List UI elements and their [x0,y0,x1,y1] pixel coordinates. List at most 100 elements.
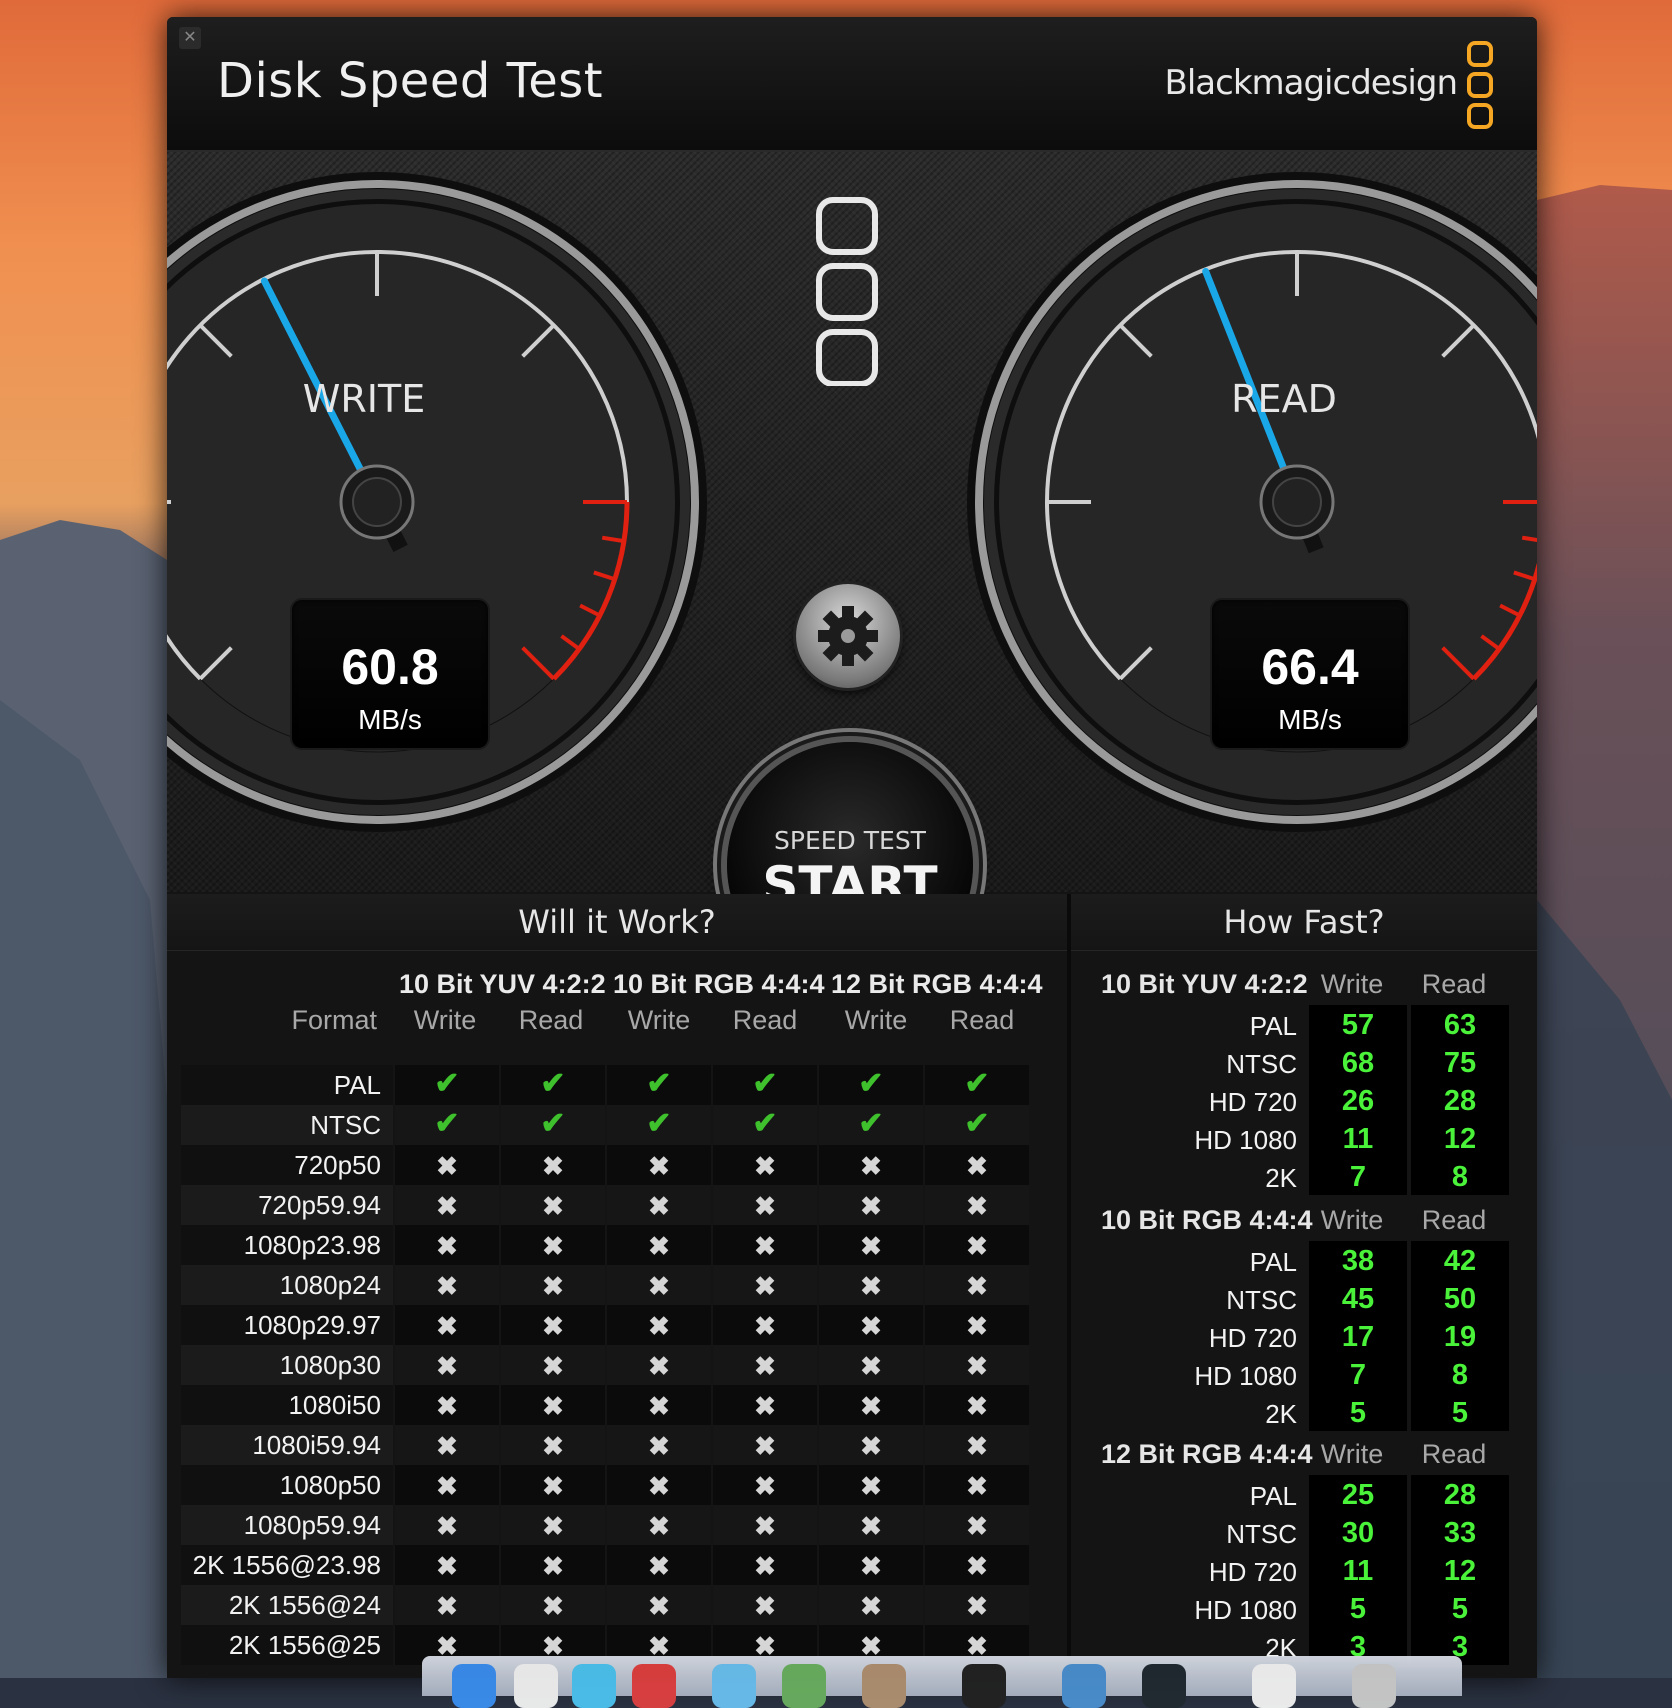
cross-icon: ✖ [607,1585,711,1625]
format-label: NTSC [1226,1519,1297,1549]
table-row: 2K 1556@23.98 ✖ ✖ ✖ ✖ ✖ ✖ [181,1545,1037,1585]
check-icon: ✔ [713,1105,817,1145]
will-it-work-title: Will it Work? [167,894,1067,951]
table-row: 1080p29.97 ✖ ✖ ✖ ✖ ✖ ✖ [181,1305,1037,1345]
format-label: HD 720 [1208,1323,1297,1353]
check-icon: ✔ [501,1065,605,1105]
write-speed-fps: 11 [1342,1555,1374,1587]
cross-icon: ✖ [819,1585,923,1625]
column-header: Read [518,1005,584,1035]
cross-icon: ✖ [395,1545,499,1585]
format-label: 1080i59.94 [252,1430,381,1460]
format-cell: 1080p59.94 [181,1505,393,1545]
cross-icon: ✖ [501,1425,605,1465]
format-cell: 1080i59.94 [181,1425,393,1465]
cross-icon: ✖ [395,1345,499,1385]
brand-logo-icon [1467,41,1493,129]
dock-app-icon[interactable] [632,1664,676,1708]
cross-icon: ✖ [819,1185,923,1225]
format-cell: 720p59.94 [181,1185,393,1225]
format-cell: 1080p29.97 [181,1305,393,1345]
dock-app-icon[interactable] [1352,1664,1396,1708]
check-icon: ✔ [607,1065,711,1105]
format-label: 1080p50 [279,1470,381,1500]
table-row: 1080p23.98 ✖ ✖ ✖ ✖ ✖ ✖ [181,1225,1037,1265]
column-header: Read [949,1005,1015,1035]
cross-icon: ✖ [395,1185,499,1225]
format-label: NTSC [310,1110,381,1140]
cross-icon: ✖ [395,1385,499,1425]
dock-app-icon[interactable] [962,1664,1006,1708]
cross-icon: ✖ [501,1345,605,1385]
format-cell: 1080p50 [181,1465,393,1505]
close-icon[interactable]: ✕ [179,27,201,49]
cross-icon: ✖ [819,1145,923,1185]
app-window: ✕ Disk Speed Test Blackmagicdesign WRITE… [167,17,1537,1678]
read-speed-fps: 75 [1443,1047,1477,1079]
center-logo-icon [816,197,878,386]
table-row: 1080i50 ✖ ✖ ✖ ✖ ✖ ✖ [181,1385,1037,1425]
write-speed-fps: 25 [1341,1479,1375,1511]
cross-icon: ✖ [501,1225,605,1265]
format-label: PAL [1249,1481,1297,1511]
write-speed-fps: 11 [1342,1123,1374,1155]
format-label: HD 1080 [1194,1125,1297,1155]
dock-app-icon[interactable] [712,1664,756,1708]
dock-app-icon[interactable] [452,1664,496,1708]
read-speed-fps: 12 [1443,1123,1477,1155]
cross-icon: ✖ [819,1425,923,1465]
cross-icon: ✖ [713,1305,817,1345]
dock-app-icon[interactable] [1252,1664,1296,1708]
format-cell: NTSC [181,1105,393,1145]
group-header-rgb10: 10 Bit RGB 4:4:4 [613,969,825,999]
cross-icon: ✖ [819,1545,923,1585]
read-speed-fps: 19 [1443,1321,1477,1353]
dock [422,1656,1462,1708]
dock-app-icon[interactable] [1142,1664,1186,1708]
dock-app-icon[interactable] [1062,1664,1106,1708]
cross-icon: ✖ [819,1505,923,1545]
start-button-sublabel: SPEED TEST [774,826,926,855]
cross-icon: ✖ [395,1305,499,1345]
cross-icon: ✖ [501,1545,605,1585]
cross-icon: ✖ [395,1465,499,1505]
cross-icon: ✖ [925,1505,1029,1545]
dock-app-icon[interactable] [782,1664,826,1708]
cross-icon: ✖ [819,1265,923,1305]
read-speed-fps: 33 [1443,1517,1477,1549]
write-speed-unit: MB/s [358,704,422,735]
read-speed-fps: 8 [1451,1359,1469,1391]
read-speed-fps: 12 [1443,1555,1477,1587]
column-header: Write [627,1005,691,1035]
table-row: 720p59.94 ✖ ✖ ✖ ✖ ✖ ✖ [181,1185,1037,1225]
cross-icon: ✖ [925,1425,1029,1465]
check-icon: ✔ [819,1105,923,1145]
format-cell: 720p50 [181,1145,393,1185]
check-icon: ✔ [819,1065,923,1105]
check-icon: ✔ [501,1105,605,1145]
write-speed-fps: 45 [1341,1283,1375,1315]
cross-icon: ✖ [607,1265,711,1305]
format-label: PAL [1249,1247,1297,1277]
cross-icon: ✖ [925,1385,1029,1425]
cross-icon: ✖ [501,1185,605,1225]
cross-icon: ✖ [925,1185,1029,1225]
dock-app-icon[interactable] [514,1664,558,1708]
format-label: 1080p23.98 [243,1230,381,1260]
read-speed-unit: MB/s [1278,704,1342,735]
read-readout: 66.4 MB/s [1212,600,1408,748]
cross-icon: ✖ [713,1465,817,1505]
cross-icon: ✖ [607,1225,711,1265]
cross-icon: ✖ [607,1425,711,1465]
dock-app-icon[interactable] [572,1664,616,1708]
format-column-header: Format [291,1005,377,1035]
dock-app-icon[interactable] [862,1664,906,1708]
table-row: 1080p24 ✖ ✖ ✖ ✖ ✖ ✖ [181,1265,1037,1305]
settings-button[interactable] [796,584,900,688]
write-column-header: Write [1320,1205,1384,1235]
read-speed-value: 66.4 [1261,639,1359,695]
write-speed-fps: 7 [1349,1161,1367,1193]
write-label: WRITE [302,377,426,421]
format-label: NTSC [1226,1285,1297,1315]
cross-icon: ✖ [607,1345,711,1385]
